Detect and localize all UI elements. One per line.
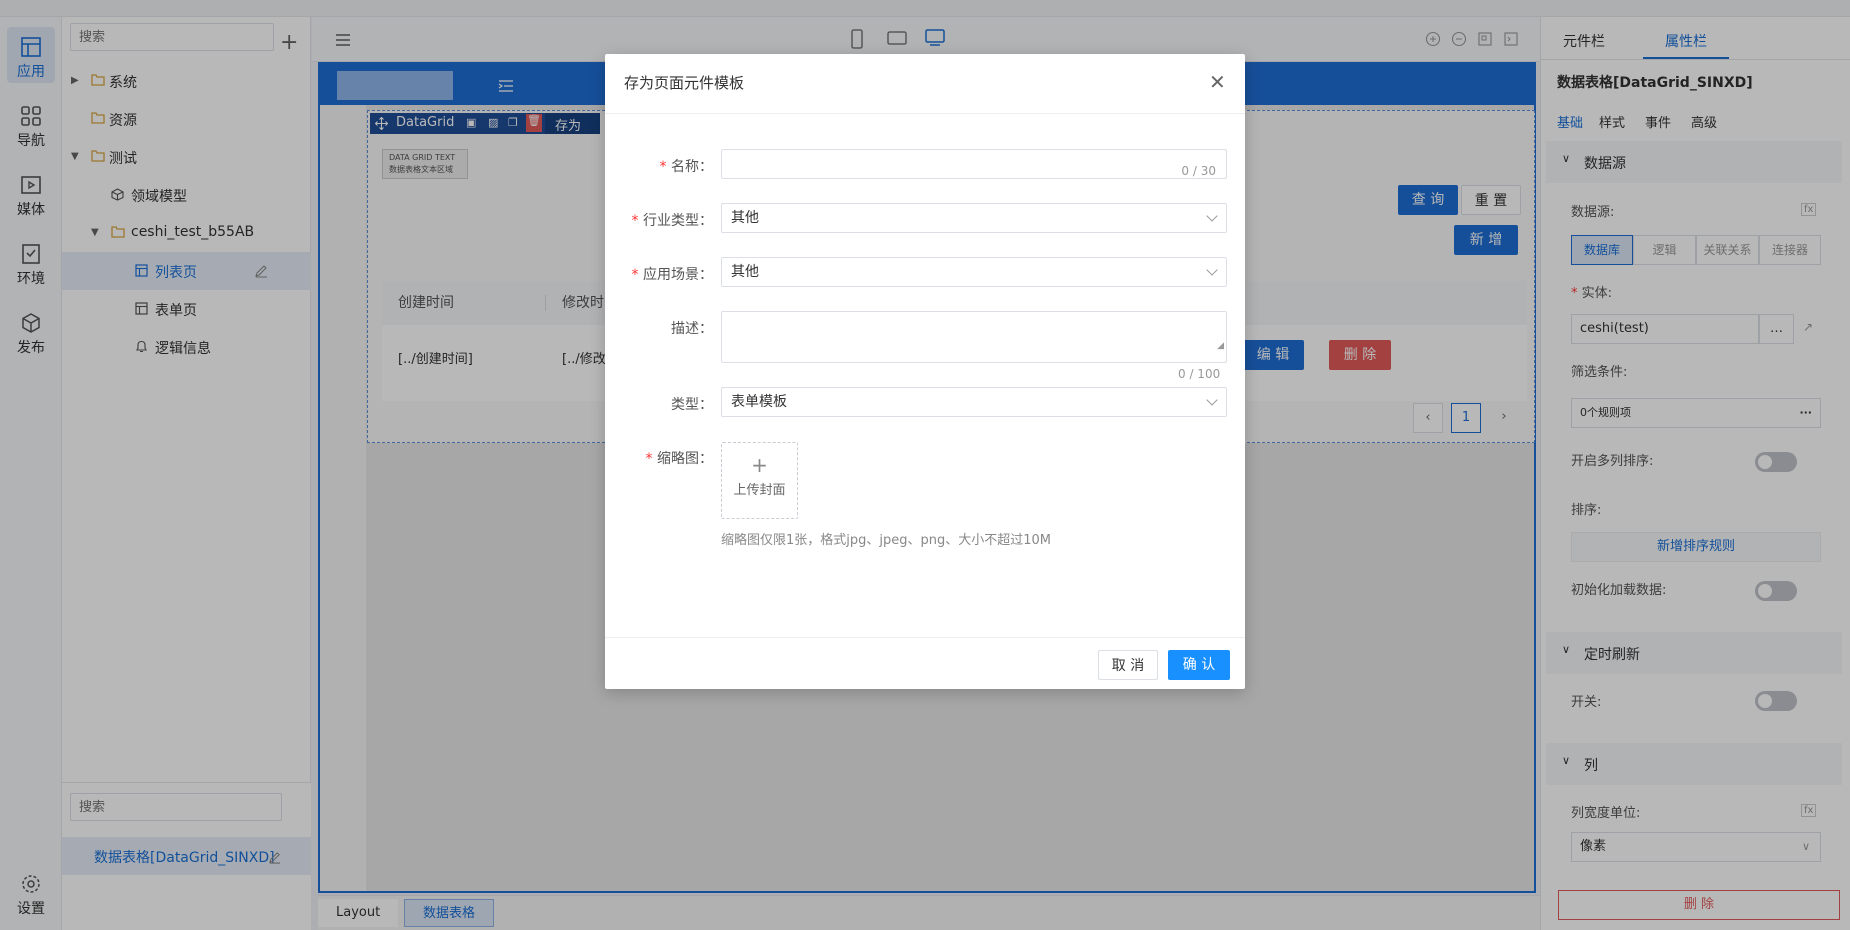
name-label: * 名称：: [659, 159, 713, 175]
desc-label: 描述：: [671, 321, 713, 337]
dialog-title: 存为页面元件模板: [624, 74, 745, 92]
upload-cover-button[interactable]: + 上传封面: [721, 442, 798, 519]
desc-char-count: 0 / 100: [1178, 367, 1221, 381]
close-icon[interactable]: ✕: [1209, 72, 1226, 92]
type-value: 表单模板: [731, 394, 787, 410]
chevron-down-icon: [1206, 394, 1218, 406]
app-root: 应用 导航 媒体 环境 发布 设置 + ▶ 系统: [0, 0, 1850, 930]
name-char-count: 0 / 30: [1181, 164, 1216, 178]
save-template-dialog: 存为页面元件模板 ✕ * 名称： 0 / 30 * 行业类型： 其他 * 应用场…: [605, 54, 1245, 689]
resize-handle-icon[interactable]: ◢: [1217, 332, 1224, 360]
upload-label: 上传封面: [733, 483, 786, 498]
thumb-label: * 缩略图：: [645, 451, 713, 467]
divider: [605, 637, 1245, 638]
name-input[interactable]: 0 / 30: [721, 149, 1227, 179]
scene-label: * 应用场景：: [631, 267, 713, 283]
type-label: 类型：: [671, 397, 713, 413]
scene-value: 其他: [731, 264, 759, 280]
chevron-down-icon: [1206, 210, 1218, 222]
divider: [605, 113, 1245, 114]
type-select[interactable]: 表单模板: [721, 387, 1227, 417]
industry-value: 其他: [731, 210, 759, 226]
industry-select[interactable]: 其他: [721, 203, 1227, 233]
chevron-down-icon: [1206, 264, 1218, 276]
desc-textarea[interactable]: ◢: [721, 311, 1227, 363]
scene-select[interactable]: 其他: [721, 257, 1227, 287]
cancel-button[interactable]: 取 消: [1098, 650, 1158, 680]
industry-label: * 行业类型：: [631, 213, 713, 229]
thumb-hint: 缩略图仅限1张，格式jpg、jpeg、png、大小不超过10M: [721, 533, 1052, 548]
plus-icon: +: [751, 453, 768, 477]
confirm-button[interactable]: 确 认: [1168, 650, 1230, 680]
